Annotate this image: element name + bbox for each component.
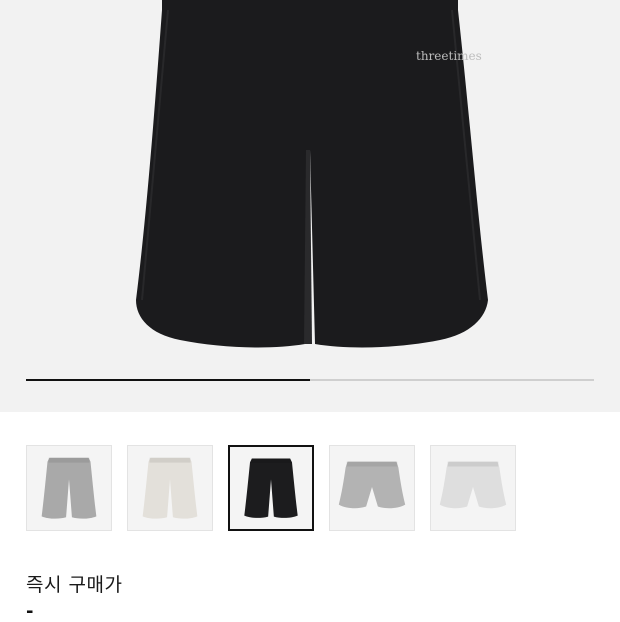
- thumbnail-image: [244, 458, 298, 518]
- thumbnail-4[interactable]: [329, 445, 415, 531]
- thumbnail-image: [142, 457, 198, 519]
- thumbnail-image: [439, 461, 507, 509]
- brand-print: threetimes: [416, 49, 482, 63]
- thumbnail-image: [338, 461, 406, 509]
- main-product-image: threetimes: [136, 0, 488, 348]
- thumbnail-3[interactable]: [228, 445, 314, 531]
- carousel-progress-fill: [26, 379, 310, 381]
- carousel-progress[interactable]: [26, 379, 594, 381]
- thumbnail-list: [26, 445, 594, 533]
- product-image-carousel[interactable]: threetimes: [0, 0, 620, 412]
- thumbnail-2[interactable]: [127, 445, 213, 531]
- thumbnail-image: [41, 457, 97, 519]
- instant-price-label: 즉시 구매가: [26, 574, 123, 596]
- thumbnail-5[interactable]: [430, 445, 516, 531]
- instant-price-value: -: [26, 601, 34, 622]
- thumbnail-1[interactable]: [26, 445, 112, 531]
